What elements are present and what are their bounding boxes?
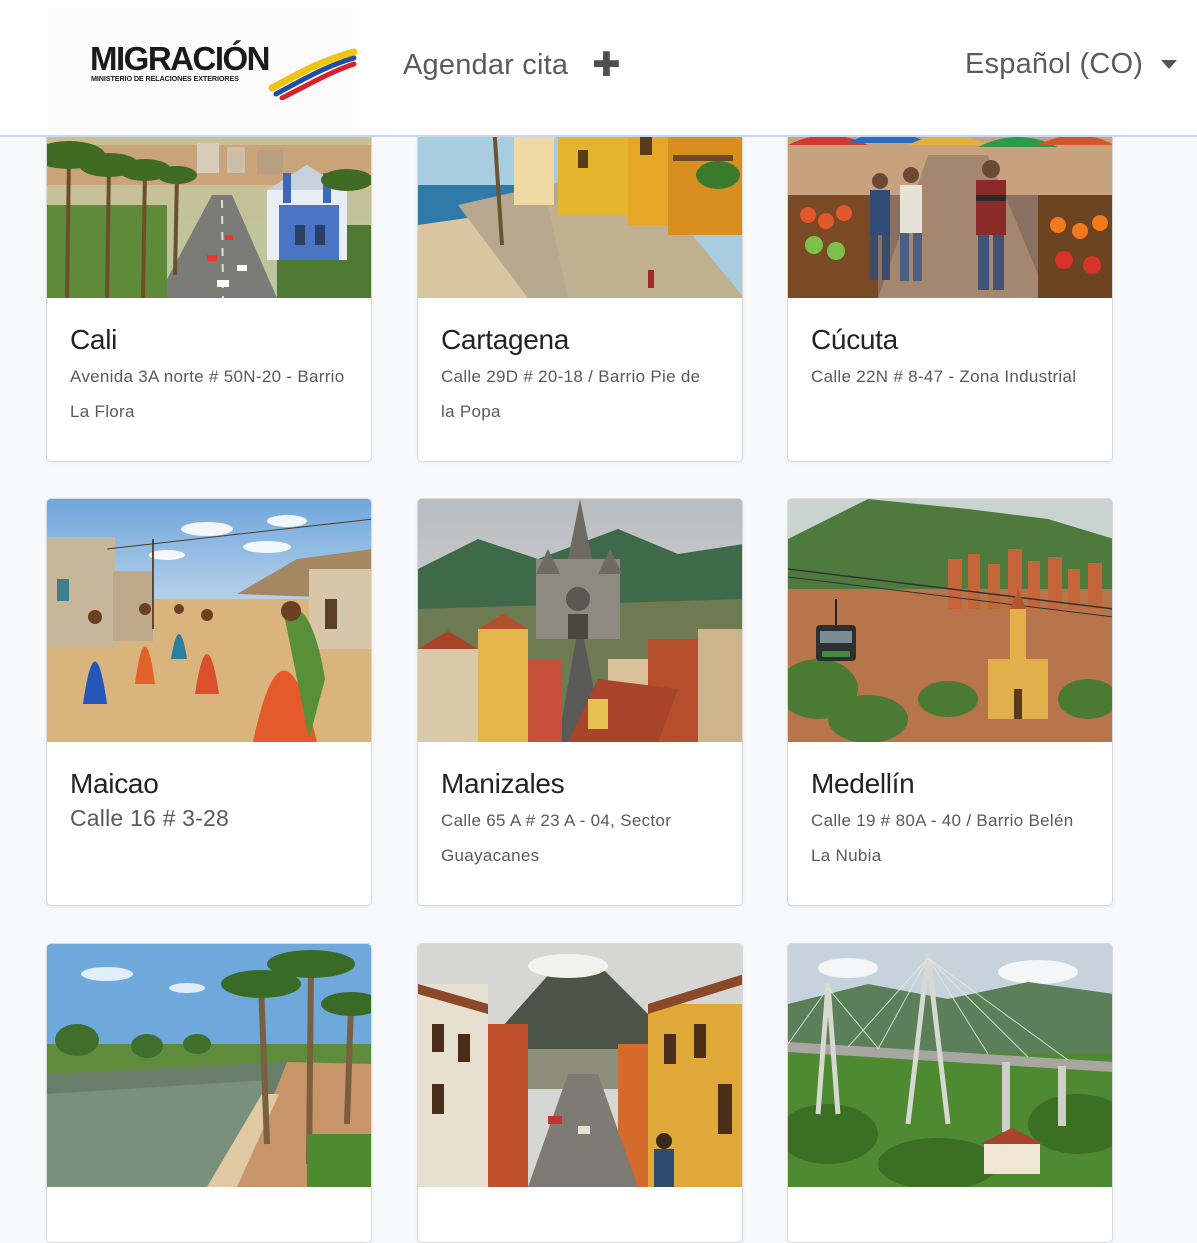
plus-icon: ✚ [592,46,621,84]
office-card-manizales[interactable]: Manizales Calle 65 A # 23 A - 04, Sector… [417,498,743,906]
office-image-manizales [418,499,742,742]
language-selector[interactable]: Español (CO) [965,48,1178,81]
office-card-7[interactable] [46,943,372,1243]
office-city-name: Medellín [811,768,915,799]
logo-subtitle: MINISTERIO DE RELACIONES EXTERIORES [91,74,239,83]
office-image-cable-bridge [788,944,1112,1187]
schedule-appointment-link[interactable]: Agendar cita ✚ [403,48,621,82]
office-address: Avenida 3A norte # 50N-20 - Barrio La Fl… [70,367,345,421]
office-city-name: Maicao [70,768,159,799]
office-address: Calle 22N # 8-47 - Zona Industrial [811,367,1077,386]
office-city-name: Manizales [441,768,565,799]
office-city-name: Cartagena [441,324,570,355]
caret-down-icon [1161,60,1178,69]
language-selected-label: Español (CO) [965,48,1144,80]
office-image-medellin [788,499,1112,742]
office-card-9[interactable] [787,943,1113,1243]
schedule-appointment-label: Agendar cita [403,48,569,81]
office-city-name: Cali [70,324,118,355]
office-card-maicao[interactable]: Maicao Calle 16 # 3-28 [46,498,372,906]
office-address: Calle 16 # 3-28 [70,805,229,831]
office-image-maicao [47,499,371,742]
logo-wordmark: MIGRACIÓN [90,40,271,77]
office-address: Calle 29D # 20-18 / Barrio Pie de la Pop… [441,367,701,421]
office-image-riverside [47,944,371,1187]
office-card-medellin[interactable]: Medellín Calle 19 # 80A - 40 / Barrio Be… [787,498,1113,906]
flag-swoosh-icon [268,48,358,100]
office-card-8[interactable] [417,943,743,1243]
office-image-volcano-street [418,944,742,1187]
office-city-name: Cúcuta [811,324,898,355]
office-address: Calle 19 # 80A - 40 / Barrio Belén La Nu… [811,811,1074,865]
migracion-logo[interactable]: MIGRACIÓN MINISTERIO DE RELACIONES EXTER… [48,8,358,130]
top-navbar: MIGRACIÓN MINISTERIO DE RELACIONES EXTER… [0,0,1197,137]
office-address: Calle 65 A # 23 A - 04, Sector Guayacane… [441,811,672,865]
